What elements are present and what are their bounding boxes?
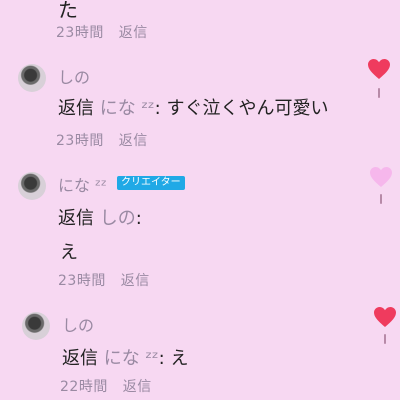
like-count-indicator [384, 334, 386, 344]
like-button[interactable] [367, 58, 391, 80]
heart-icon [370, 167, 392, 187]
comment-2-author[interactable]: にな ᶻᶻ [58, 172, 107, 196]
comment-3-time: 22時間 [60, 379, 108, 395]
comment-2-reply-button[interactable]: 返信 [121, 273, 150, 289]
comment-0-time: 23時間 [56, 25, 104, 41]
comment-1-time: 23時間 [56, 133, 104, 149]
comment-2-reply-prefix: 返信 [58, 208, 94, 229]
comment-fragment-text: た [58, 0, 78, 22]
creator-badge: クリエイター [117, 176, 185, 190]
avatar[interactable] [22, 312, 50, 340]
like-button[interactable] [369, 166, 393, 188]
avatar[interactable] [18, 64, 46, 92]
avatar[interactable] [18, 172, 46, 200]
comment-1-body: すぐ泣くやん可愛い [166, 98, 329, 119]
comment-1-reply-prefix: 返信 [58, 98, 94, 119]
comment-2-text: 返信 しの: [58, 204, 142, 230]
comment-3-body: え [170, 348, 189, 369]
comment-1-reply-button[interactable]: 返信 [119, 133, 148, 149]
like-button[interactable] [373, 306, 397, 328]
comment-0-reply-button[interactable]: 返信 [119, 25, 148, 41]
comment-1-meta: 23時間 返信 [56, 130, 148, 150]
like-count-indicator [380, 194, 382, 204]
comment-0-meta: 23時間 返信 [56, 22, 148, 42]
comment-3-text: 返信 にな ᶻᶻ: え [62, 344, 188, 370]
comment-1-mention[interactable]: にな ᶻᶻ [100, 98, 155, 119]
comment-2-mention[interactable]: しの [100, 208, 136, 229]
comment-2-meta: 23時間 返信 [58, 270, 150, 290]
comment-3-mention[interactable]: にな ᶻᶻ [104, 348, 159, 369]
comment-3-colon: : [158, 348, 165, 369]
comment-2-colon: : [135, 208, 142, 229]
comment-2-time: 23時間 [58, 273, 106, 289]
comment-1-author[interactable]: しの [58, 64, 90, 88]
comment-3-reply-button[interactable]: 返信 [123, 379, 152, 395]
comment-2-body: え [60, 242, 78, 263]
comment-1-text: 返信 にな ᶻᶻ: すぐ泣くやん可愛い [58, 94, 328, 120]
heart-icon [374, 307, 396, 327]
like-count-indicator [378, 88, 380, 98]
comment-3-reply-prefix: 返信 [62, 348, 98, 369]
heart-icon [368, 59, 390, 79]
comment-3-author[interactable]: しの [62, 312, 94, 336]
comment-3-meta: 22時間 返信 [60, 376, 152, 396]
comment-1-colon: : [154, 98, 161, 119]
